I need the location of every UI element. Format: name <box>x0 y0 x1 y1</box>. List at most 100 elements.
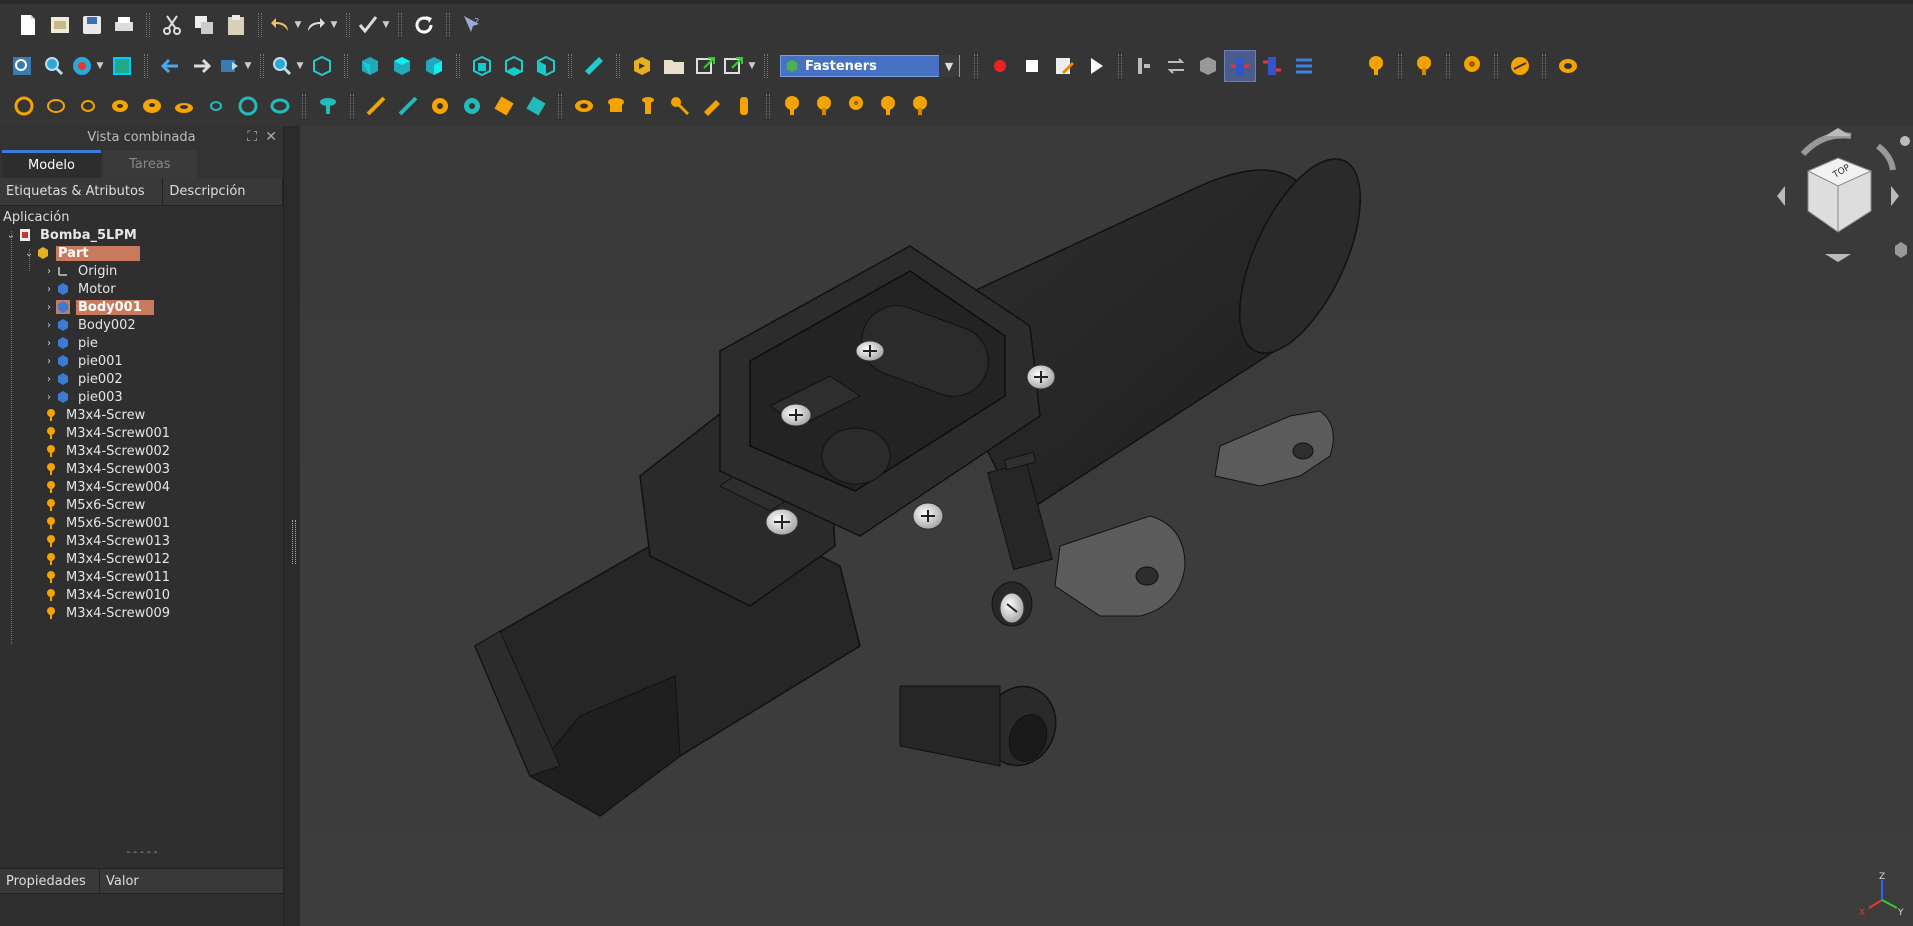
ring-button[interactable] <box>232 90 264 122</box>
screw-countersunk-button[interactable] <box>1504 50 1536 82</box>
screw-head[interactable] <box>1026 364 1056 390</box>
paste-button[interactable] <box>220 9 252 41</box>
tree-item-pie002[interactable]: › pie002 <box>0 370 283 388</box>
ring-flat-button[interactable] <box>264 90 296 122</box>
tree-item-screw[interactable]: M3x4-Screw <box>0 406 283 424</box>
chevron-down-icon[interactable]: ▼ <box>94 61 106 71</box>
float-panel-icon[interactable]: ⛶ <box>247 129 257 145</box>
tree-item-screw[interactable]: M3x4-Screw003 <box>0 460 283 478</box>
screw-hex-head-button[interactable] <box>1360 50 1392 82</box>
macro-run-button[interactable] <box>1080 50 1112 82</box>
tree-item-body001[interactable]: › Body001 <box>0 298 283 316</box>
tree-item-screw[interactable]: M3x4-Screw001 <box>0 424 283 442</box>
arrow-right-icon[interactable] <box>1891 186 1899 206</box>
macro-edit-button[interactable] <box>1048 50 1080 82</box>
column-header-description[interactable]: Descripción <box>163 178 283 205</box>
arrow-left-icon[interactable] <box>1777 186 1785 206</box>
chevron-down-icon[interactable]: ▼ <box>242 61 254 71</box>
screw-tap-button[interactable] <box>520 90 552 122</box>
navigation-cube[interactable]: TOP <box>1763 126 1913 266</box>
washer-plain-button[interactable] <box>104 90 136 122</box>
washer-large-button[interactable] <box>40 90 72 122</box>
tree-item-body002[interactable]: › Body002 <box>0 316 283 334</box>
insert-round-button[interactable] <box>904 90 936 122</box>
tree-item-pie001[interactable]: › pie001 <box>0 352 283 370</box>
tab-modelo[interactable]: Modelo <box>2 150 101 178</box>
column-header-labels[interactable]: Etiquetas & Atributos <box>0 178 164 205</box>
chevron-down-icon[interactable]: ▼ <box>328 20 340 30</box>
tree-item-screw[interactable]: M5x6-Screw001 <box>0 514 283 532</box>
sync-view-button[interactable] <box>218 50 242 82</box>
screw-socket-head-button[interactable] <box>1408 50 1440 82</box>
wood-screw-button[interactable] <box>664 90 696 122</box>
create-part-button[interactable] <box>626 50 658 82</box>
tree-item-screw[interactable]: M3x4-Screw002 <box>0 442 283 460</box>
refresh-button[interactable] <box>408 9 440 41</box>
fastener-simplify-button[interactable] <box>1256 50 1288 82</box>
workbench-selector[interactable]: Fasteners ▼ <box>780 55 960 77</box>
chevron-down-icon[interactable]: ▼ <box>380 20 392 30</box>
tree-item-screw[interactable]: M3x4-Screw010 <box>0 586 283 604</box>
rivet-button[interactable] <box>312 90 344 122</box>
rod-button[interactable] <box>360 90 392 122</box>
fit-all-button[interactable] <box>6 50 38 82</box>
tree-item-part[interactable]: ⌄ Part <box>0 244 283 262</box>
fastener-move-button[interactable] <box>1192 50 1224 82</box>
tree-item-screw[interactable]: M5x6-Screw <box>0 496 283 514</box>
open-button[interactable] <box>44 9 76 41</box>
tree-item-screw[interactable]: M3x4-Screw013 <box>0 532 283 550</box>
nut-button[interactable] <box>1552 50 1584 82</box>
pcb-spacer-button[interactable] <box>456 90 488 122</box>
thumb-screw-button[interactable] <box>728 90 760 122</box>
chevron-down-icon[interactable]: ▼ <box>294 61 306 71</box>
macro-record-button[interactable] <box>984 50 1016 82</box>
recompute-check-button[interactable] <box>356 9 380 41</box>
insert-knurled-button[interactable] <box>840 90 872 122</box>
chevron-right-icon[interactable]: › <box>42 374 56 385</box>
insert-flanged-button[interactable] <box>808 90 840 122</box>
chevron-down-icon[interactable]: ▼ <box>746 61 758 71</box>
screw-head[interactable] <box>999 592 1025 624</box>
heat-insert-button[interactable] <box>488 90 520 122</box>
chevron-down-icon[interactable]: ▼ <box>292 20 304 30</box>
rotate-right-arrow-icon[interactable] <box>1876 143 1896 171</box>
counterbore-button[interactable] <box>600 90 632 122</box>
rear-view-button[interactable] <box>466 50 498 82</box>
tree-item-pie[interactable]: › pie <box>0 334 283 352</box>
3d-viewport[interactable]: TOP Z X Y <box>300 126 1913 926</box>
screw-head[interactable] <box>765 508 799 536</box>
pump-3d-model[interactable] <box>300 126 1913 926</box>
back-button[interactable] <box>154 50 186 82</box>
bottom-view-button[interactable] <box>498 50 530 82</box>
washer-button[interactable] <box>8 90 40 122</box>
tree-item-document[interactable]: ⌄ Bomba_5LPM <box>0 226 283 244</box>
washer-spring-button[interactable] <box>136 90 168 122</box>
copy-button[interactable] <box>188 9 220 41</box>
chevron-right-icon[interactable]: › <box>42 302 56 313</box>
isometric-view-button[interactable] <box>306 50 338 82</box>
close-icon[interactable]: ✕ <box>265 129 277 145</box>
pcb-standoff-button[interactable] <box>424 90 456 122</box>
ring-small-button[interactable] <box>200 90 232 122</box>
column-header-value[interactable]: Valor <box>100 869 284 893</box>
chevron-right-icon[interactable]: › <box>42 320 56 331</box>
rotate-left-arrow-icon[interactable] <box>1800 132 1852 157</box>
fastener-match-button[interactable] <box>1224 50 1256 82</box>
forward-button[interactable] <box>186 50 218 82</box>
column-header-properties[interactable]: Propiedades <box>0 869 100 893</box>
undo-button[interactable] <box>268 9 292 41</box>
tree-item-screw[interactable]: M3x4-Screw009 <box>0 604 283 622</box>
chevron-right-icon[interactable]: › <box>42 266 56 277</box>
right-view-button[interactable] <box>418 50 450 82</box>
new-document-button[interactable] <box>12 9 44 41</box>
chevron-right-icon[interactable]: › <box>42 356 56 367</box>
hole-button[interactable] <box>568 90 600 122</box>
vertical-splitter-handle[interactable] <box>292 520 296 564</box>
bounding-box-button[interactable] <box>106 50 138 82</box>
chevron-right-icon[interactable]: › <box>42 392 56 403</box>
screw-head[interactable] <box>855 340 885 362</box>
view-menu-cube-icon[interactable] <box>1895 242 1907 258</box>
threaded-rod-button[interactable] <box>392 90 424 122</box>
save-button[interactable] <box>76 9 108 41</box>
washer-small-button[interactable] <box>72 90 104 122</box>
